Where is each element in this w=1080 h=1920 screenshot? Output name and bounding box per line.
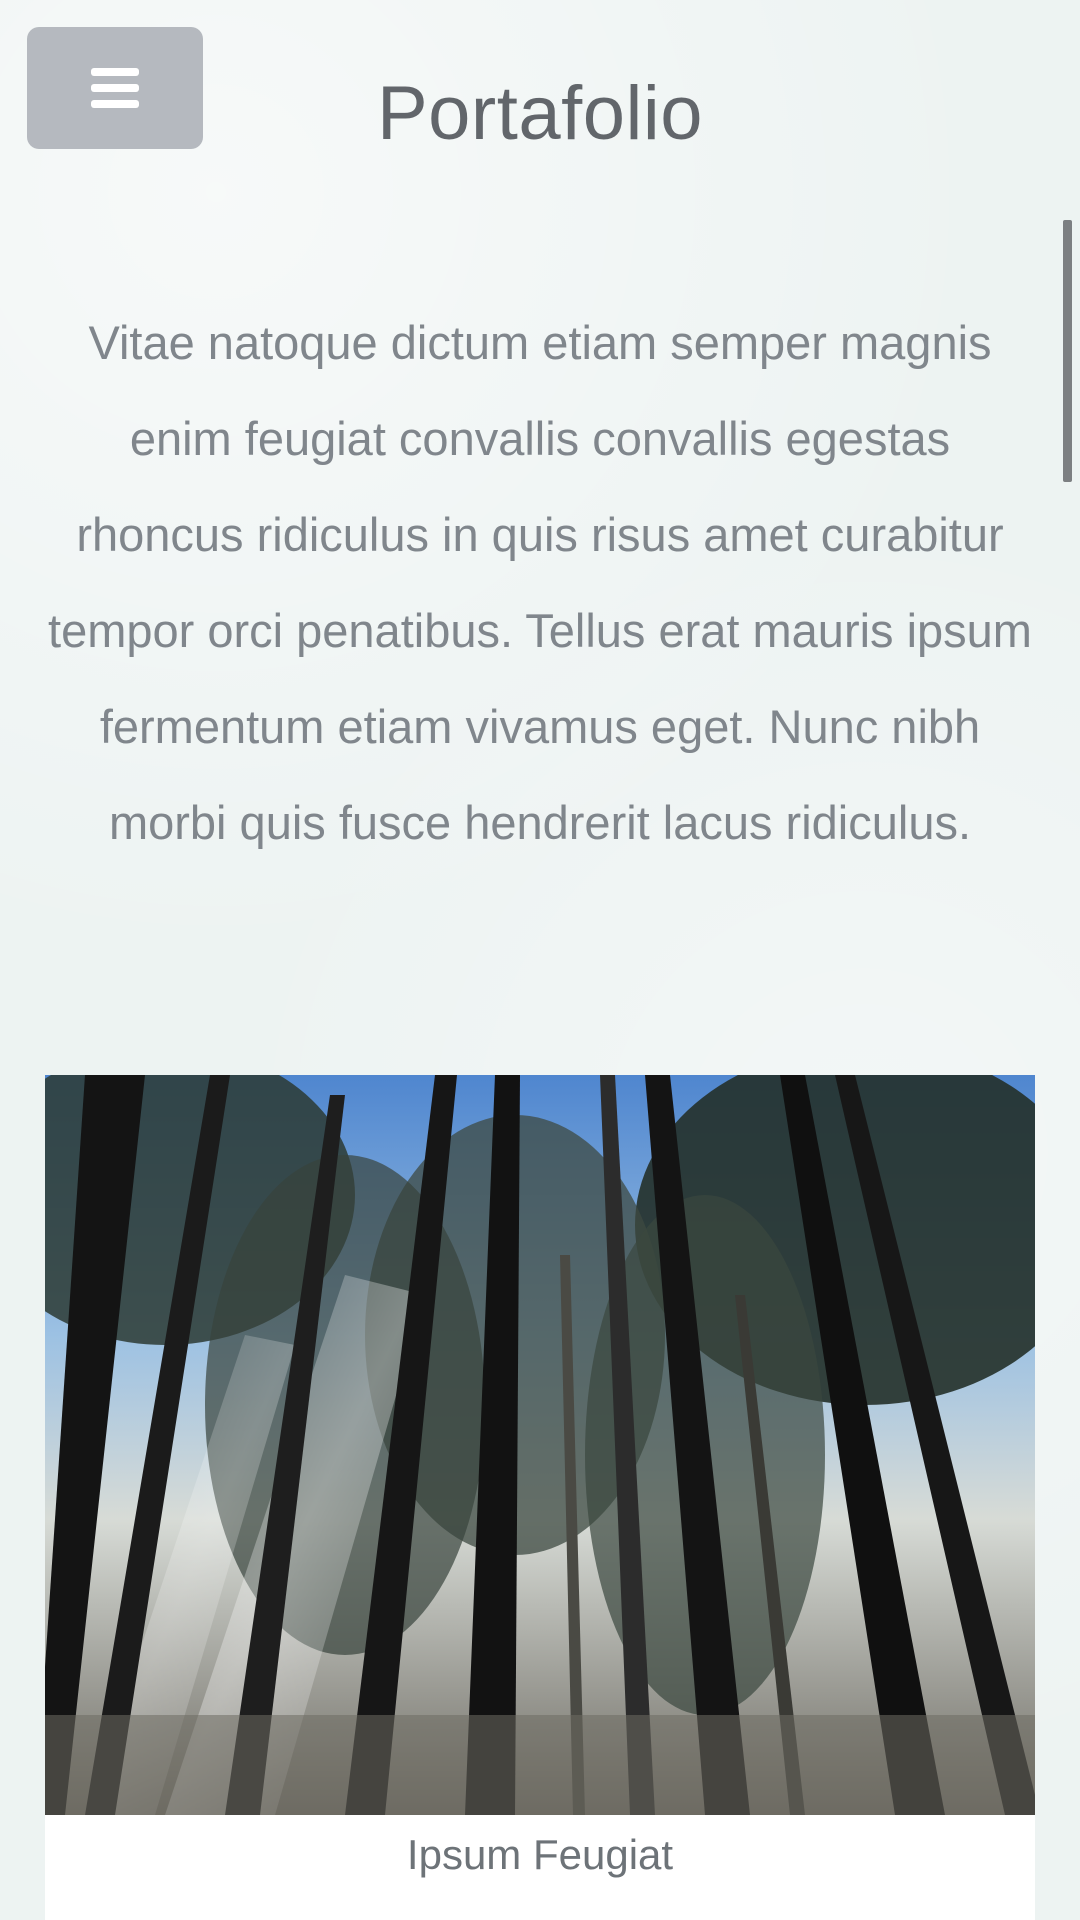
page-title: Portafolio [376, 71, 704, 156]
scrollbar-thumb[interactable] [1063, 220, 1072, 482]
forest-image[interactable] [45, 1075, 1035, 1815]
card-caption: Ipsum Feugiat [406, 1831, 674, 1878]
intro-paragraph: Vitae natoque dictum etiam semper magnis… [48, 316, 1032, 849]
portfolio-card[interactable]: Ipsum Feugiat [45, 1075, 1035, 1920]
